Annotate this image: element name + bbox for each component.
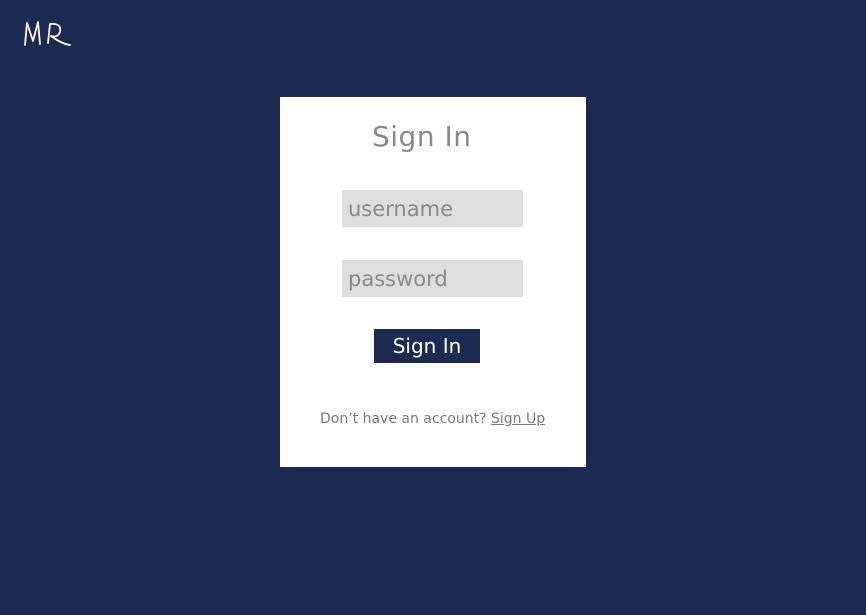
sign-up-link[interactable]: Sign Up <box>491 411 545 427</box>
password-input[interactable] <box>342 260 523 297</box>
signup-row: Don’t have an account? Sign Up <box>320 411 560 427</box>
logo-signature-icon <box>24 21 71 46</box>
page-title: Sign In <box>372 120 472 153</box>
username-input[interactable] <box>342 190 523 227</box>
logo <box>22 14 74 52</box>
login-card: Sign In Sign In Don’t have an account? S… <box>280 97 586 467</box>
sign-in-button[interactable]: Sign In <box>374 329 480 363</box>
signup-prompt: Don’t have an account? <box>320 411 491 427</box>
